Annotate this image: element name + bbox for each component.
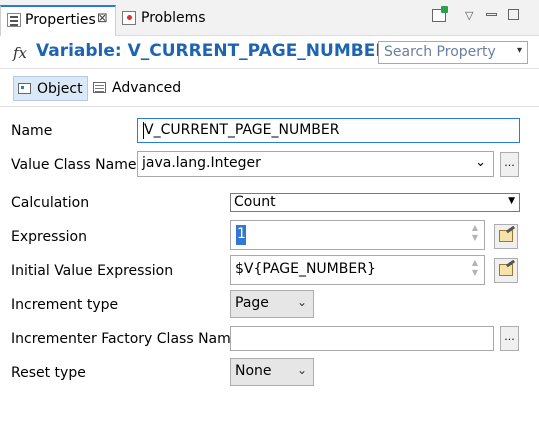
reset-type-select[interactable]: None ⌄ [230, 358, 314, 386]
chevron-down-icon: ⌄ [475, 155, 486, 170]
tab-object-label: Object [37, 81, 83, 97]
expression-value: 1 [237, 226, 246, 242]
close-icon[interactable]: ⊠ [97, 11, 108, 26]
calculation-label: Calculation [11, 195, 90, 211]
edit-expression-icon [499, 230, 513, 242]
object-icon [18, 83, 31, 94]
search-property-text: Search Property [384, 44, 496, 60]
expression-label: Expression [11, 229, 87, 245]
incrementer-factory-label: Incrementer Factory Class Name [11, 331, 240, 347]
view-menu-icon[interactable]: ▽ [465, 9, 473, 22]
divider [0, 106, 539, 107]
tab-object[interactable]: Object [13, 76, 88, 101]
reset-type-value: None [235, 363, 272, 379]
dropdown-arrow-icon: ▾ [516, 45, 522, 56]
reset-type-label: Reset type [11, 365, 86, 381]
calculation-select[interactable]: Count ▼ [230, 193, 520, 212]
table-icon [93, 82, 106, 93]
new-window-icon[interactable] [432, 6, 448, 22]
initial-value-field[interactable]: $V{PAGE_NUMBER} ▲ ▼ [230, 255, 485, 285]
edit-expression-icon [499, 264, 513, 276]
name-field[interactable]: V_CURRENT_PAGE_NUMBER [137, 118, 520, 143]
page-title: Variable: V_CURRENT_PAGE_NUMBER [36, 41, 389, 61]
increment-type-label: Increment type [11, 297, 119, 313]
spinner-arrows-icon: ▲ ▼ [471, 258, 479, 277]
incrementer-factory-field[interactable] [230, 326, 494, 351]
value-class-combo[interactable]: java.lang.Integer ⌄ [137, 151, 494, 177]
tab-advanced-label: Advanced [112, 80, 182, 96]
dropdown-arrow-icon: ▼ [508, 196, 515, 206]
browse-incrementer-button[interactable]: ... [500, 326, 519, 351]
browse-class-button[interactable]: ... [500, 152, 519, 177]
fx-icon: fx [13, 44, 28, 62]
increment-type-select[interactable]: Page ⌄ [230, 290, 314, 318]
value-class-label: Value Class Name [11, 157, 137, 173]
initial-value-editor-button[interactable] [494, 258, 518, 283]
value-class-value: java.lang.Integer [142, 155, 261, 171]
name-label: Name [11, 123, 53, 139]
chevron-down-icon: ⌄ [296, 363, 307, 377]
expression-editor-button[interactable] [494, 224, 518, 249]
calculation-value: Count [234, 194, 276, 210]
chevron-down-icon: ⌄ [296, 295, 307, 309]
tab-properties[interactable]: Properties ⊠ [0, 5, 116, 36]
divider [0, 68, 539, 69]
increment-type-value: Page [235, 295, 269, 311]
minimize-icon[interactable] [486, 13, 497, 16]
problems-icon [122, 11, 136, 25]
expression-field[interactable]: 1 ▲ ▼ [230, 220, 485, 250]
properties-icon [7, 13, 21, 27]
tab-properties-label: Properties [25, 12, 96, 28]
spinner-arrows-icon: ▲ ▼ [471, 223, 479, 242]
search-property-combo[interactable]: Search Property ▾ [378, 41, 528, 64]
initial-value-label: Initial Value Expression [11, 263, 174, 279]
name-value: V_CURRENT_PAGE_NUMBER [144, 122, 340, 138]
initial-value-value: $V{PAGE_NUMBER} [235, 261, 376, 277]
maximize-icon[interactable] [508, 9, 519, 20]
tab-problems-label: Problems [141, 10, 206, 26]
